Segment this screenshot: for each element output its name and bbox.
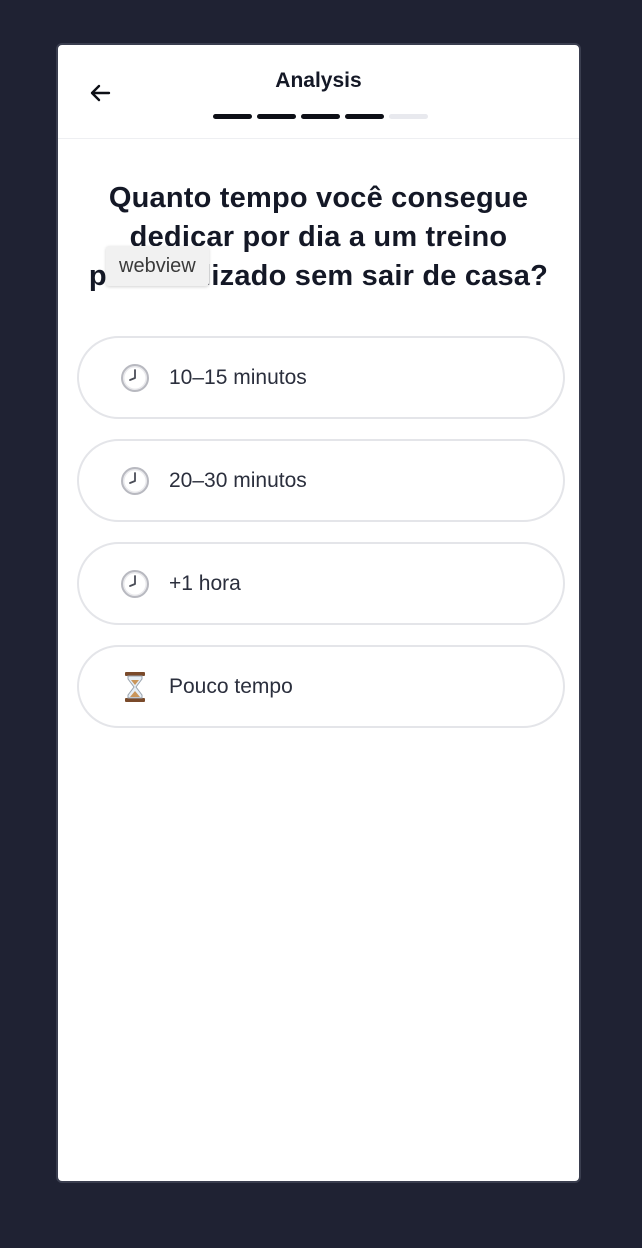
option-1-hora[interactable]: +1 hora xyxy=(77,542,565,625)
progress-segment xyxy=(257,114,296,119)
option-pouco-tempo[interactable]: Pouco tempo xyxy=(77,645,565,728)
page-title: Analysis xyxy=(275,69,362,92)
option-10-15-minutos[interactable]: 10–15 minutos xyxy=(77,336,565,419)
clock-icon xyxy=(117,566,153,602)
option-20-30-minutos[interactable]: 20–30 minutos xyxy=(77,439,565,522)
progress-segment xyxy=(213,114,252,119)
option-label: 20–30 minutos xyxy=(169,468,307,492)
header: Analysis xyxy=(58,45,579,139)
progress-segment xyxy=(345,114,384,119)
hourglass-icon xyxy=(117,669,153,705)
webview-screen: Analysis Quanto tempo você consegue dedi… xyxy=(56,43,581,1183)
webview-tooltip: webview xyxy=(106,246,209,286)
progress-segment xyxy=(389,114,428,119)
clock-icon xyxy=(117,463,153,499)
options-list: 10–15 minutos 20–30 minutos +1 hora Pouc… xyxy=(77,336,565,748)
progress-bar xyxy=(213,114,428,119)
clock-icon xyxy=(117,360,153,396)
option-label: 10–15 minutos xyxy=(169,365,307,389)
option-label: +1 hora xyxy=(169,571,241,595)
option-label: Pouco tempo xyxy=(169,674,293,698)
progress-segment xyxy=(301,114,340,119)
